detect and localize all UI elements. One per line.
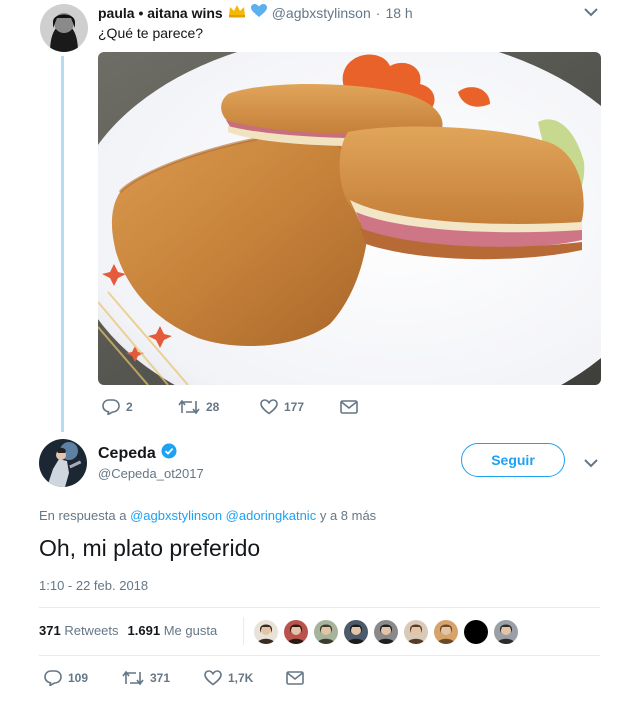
main-tweet-actions: 109 371 1,7K (44, 670, 304, 686)
like-button[interactable]: 177 (260, 399, 340, 415)
likes-stat-label: Me gusta (163, 623, 218, 638)
tweet-photo[interactable] (98, 52, 601, 385)
author-handle[interactable]: @agbxstylinson (272, 5, 371, 21)
likes-stat[interactable]: 1.691 Me gusta (128, 623, 218, 638)
direct-message-button[interactable] (286, 671, 304, 685)
retweet-button[interactable]: 371 (122, 670, 204, 686)
divider (39, 655, 600, 656)
retweets-stat-label: Retweets (64, 623, 119, 638)
retweet-count: 28 (206, 400, 220, 414)
quoted-tweet-header: paula • aitana wins @agbxstylinson · 18 … (98, 4, 413, 21)
divider (39, 607, 600, 608)
tweet-timestamp[interactable]: 1:10 - 22 feb. 2018 (39, 578, 148, 593)
main-tweet-text: Oh, mi plato preferido (39, 535, 261, 561)
heart-icon (204, 670, 222, 686)
reply-suffix: y a 8 más (319, 508, 377, 523)
envelope-icon (286, 671, 304, 685)
retweet-icon (122, 670, 144, 686)
chevron-down-icon[interactable] (584, 459, 598, 468)
retweet-button[interactable]: 28 (178, 399, 260, 415)
retweet-icon (178, 399, 200, 415)
divider (243, 617, 244, 645)
liker-avatar[interactable] (463, 619, 489, 645)
liker-avatars (253, 619, 519, 645)
tweet-time[interactable]: 18 h (385, 5, 412, 21)
verified-badge-icon (161, 443, 177, 464)
liker-avatar[interactable] (343, 619, 369, 645)
author-name[interactable]: Cepeda (98, 445, 156, 463)
liker-avatar[interactable] (253, 619, 279, 645)
retweets-stat-count: 371 (39, 623, 61, 638)
reply-user-link[interactable]: @agbxstylinson (130, 508, 222, 523)
liker-avatar[interactable] (493, 619, 519, 645)
like-count: 177 (284, 400, 305, 414)
reply-icon (44, 670, 62, 686)
avatar-cepeda[interactable] (39, 439, 87, 487)
crown-icon (228, 4, 246, 21)
reply-user-link[interactable]: @adoringkatnic (226, 508, 317, 523)
reply-count: 2 (126, 400, 133, 414)
reply-button[interactable]: 109 (44, 670, 122, 686)
likes-stat-count: 1.691 (127, 623, 161, 638)
avatar-paula[interactable] (40, 4, 88, 52)
direct-message-button[interactable] (340, 400, 358, 414)
author-handle[interactable]: @Cepeda_ot2017 (98, 466, 204, 481)
reply-context: En respuesta a @agbxstylinson @adoringka… (39, 508, 376, 523)
reply-button[interactable]: 2 (102, 399, 178, 415)
reply-icon (102, 399, 120, 415)
liker-avatar[interactable] (313, 619, 339, 645)
quoted-tweet-actions: 2 28 177 (102, 399, 358, 415)
like-count: 1,7K (228, 671, 254, 685)
like-button[interactable]: 1,7K (204, 670, 286, 686)
liker-avatar[interactable] (283, 619, 309, 645)
retweets-stat[interactable]: 371 Retweets (39, 623, 119, 638)
chevron-down-icon[interactable] (584, 8, 598, 17)
quoted-tweet-text: ¿Qué te parece? (98, 25, 204, 41)
thread-connector-line (61, 56, 64, 432)
retweet-count: 371 (150, 671, 171, 685)
blue-heart-icon (250, 4, 267, 21)
main-tweet-author: Cepeda (98, 443, 177, 464)
heart-icon (260, 399, 278, 415)
liker-avatar[interactable] (373, 619, 399, 645)
reply-count: 109 (68, 671, 89, 685)
envelope-icon (340, 400, 358, 414)
liker-avatar[interactable] (433, 619, 459, 645)
liker-avatar[interactable] (403, 619, 429, 645)
tweet-stats: 371 Retweets 1.691 Me gusta (39, 623, 217, 638)
dot-separator: · (375, 4, 381, 21)
reply-prefix: En respuesta a (39, 508, 127, 523)
author-name[interactable]: paula • aitana wins (98, 5, 223, 21)
follow-button[interactable]: Seguir (461, 443, 565, 477)
